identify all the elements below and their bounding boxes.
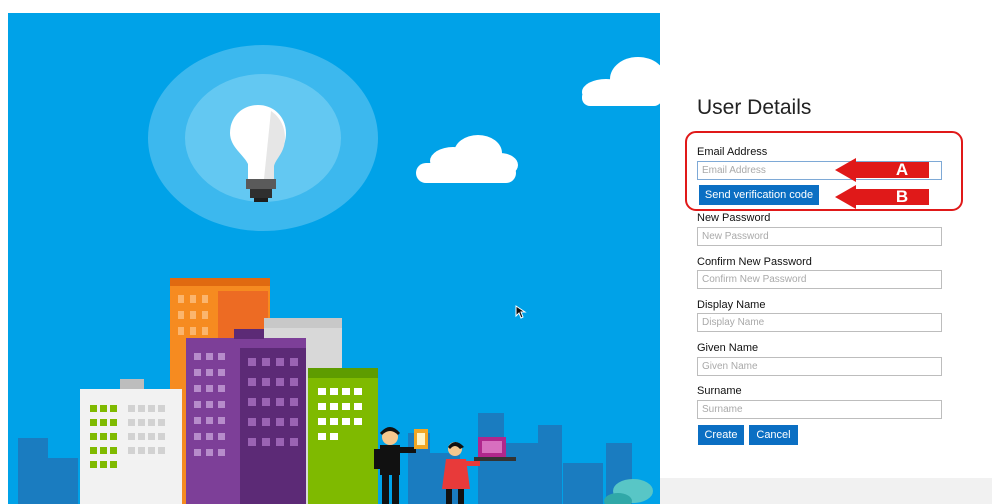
create-button[interactable]: Create: [698, 425, 744, 445]
given-name-input[interactable]: [697, 357, 942, 376]
confirm-password-input[interactable]: [697, 270, 942, 289]
annotation-arrow-a: A: [834, 157, 930, 183]
annotation-label-b: B: [895, 187, 909, 206]
surname-label: Surname: [697, 385, 742, 397]
surname-input[interactable]: [697, 400, 942, 419]
new-password-input[interactable]: [697, 227, 942, 246]
bottom-shadow-bar: [660, 478, 992, 504]
page-title: User Details: [697, 96, 812, 119]
annotation-label-a: A: [895, 160, 909, 179]
user-details-form: User Details Email Address Send verifica…: [697, 0, 987, 504]
display-name-label: Display Name: [697, 299, 766, 311]
lightbulb-icon: [148, 45, 378, 231]
confirm-password-label: Confirm New Password: [697, 256, 812, 268]
annotation-arrow-b: B: [834, 184, 930, 210]
new-password-label: New Password: [697, 212, 771, 224]
mouse-cursor-icon: [515, 305, 527, 319]
city-illustration: [8, 13, 660, 504]
cancel-button[interactable]: Cancel: [749, 425, 798, 445]
display-name-input[interactable]: [697, 313, 942, 332]
hero-illustration: [8, 13, 660, 504]
given-name-label: Given Name: [697, 342, 759, 354]
